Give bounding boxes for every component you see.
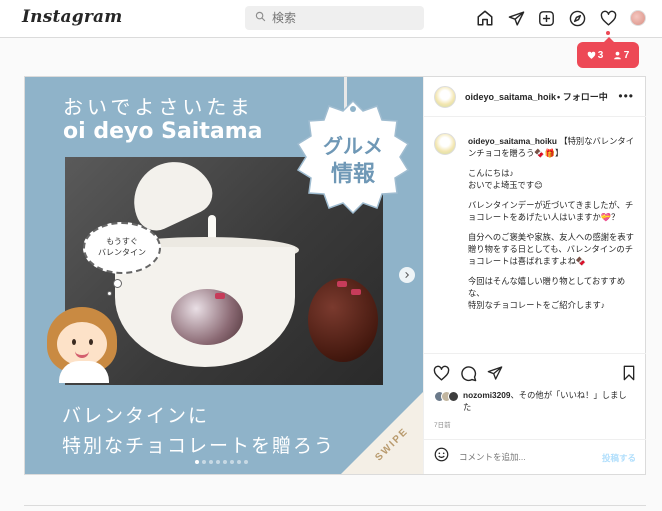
search-input[interactable] (272, 11, 412, 25)
caption-paragraph: バレンタインデーが近づいてきましたが、チョコレートをあげたい人はいますか💝？ (468, 200, 634, 223)
following-button[interactable]: • フォロー中 (557, 90, 608, 103)
sprinkle (337, 281, 347, 287)
search-bar[interactable] (245, 6, 424, 30)
badge-line-2: 情報 (331, 161, 376, 187)
comment-box: 投稿する (424, 439, 646, 474)
liker-username[interactable]: nozomi3209 (463, 390, 511, 400)
notification-dot (606, 31, 610, 35)
more-options-icon[interactable]: ••• (618, 89, 634, 103)
girl-eye (72, 339, 76, 345)
caption-username[interactable]: oideyo_saitama_hoiku (468, 136, 557, 146)
share-icon[interactable] (486, 364, 504, 382)
comment-input[interactable] (459, 452, 579, 462)
carousel-dot[interactable] (223, 460, 227, 464)
media-bottom-line-1: バレンタインに (62, 406, 210, 427)
bubble-line-2: バレンタイン (98, 248, 146, 257)
liker-avatar[interactable] (448, 391, 459, 402)
caption-paragraph: こんにちは♪ おいでよ埼玉です😊 (468, 168, 543, 191)
girl-eye (89, 339, 93, 345)
gourmet-badge: グルメ 情報 (296, 99, 410, 215)
liker-avatars[interactable] (434, 391, 459, 413)
media-bottom-line-2: 特別なチョコレートを贈ろう (62, 436, 336, 457)
author-avatar[interactable] (434, 85, 456, 108)
bubble-tail (107, 291, 112, 296)
likes-summary: nozomi3209、その他が「いいね！」しました (434, 390, 633, 413)
carousel-dot[interactable] (209, 460, 213, 464)
badge-line-1: グルメ (323, 134, 383, 158)
post-header: oideyo_saitama_hoik • フォロー中 ••• (424, 77, 646, 117)
caption-paragraph: 今回はそんな嬉しい贈り物としておすすめな、 特別なチョコレートをご紹介します♪ (468, 276, 626, 311)
girl-face (57, 322, 107, 366)
sprinkle (351, 289, 361, 295)
search-icon (255, 9, 266, 27)
post-card: おいでよさいたま oi deyo Saitama グルメ 情報 もうすぐ バレン… (24, 76, 646, 475)
carousel-dot[interactable] (237, 460, 241, 464)
heart-icon (587, 51, 596, 59)
caption-text: oideyo_saitama_hoiku 【特別なバレンタインチョコを贈ろう🍫🎁… (468, 135, 638, 319)
carousel-dots (195, 460, 248, 464)
sprinkle (215, 293, 225, 299)
carousel-dot[interactable] (195, 460, 199, 464)
media-title-jp: おいでよさいたま (63, 95, 254, 119)
post-side-panel: oideyo_saitama_hoik • フォロー中 ••• oideyo_s… (423, 77, 646, 474)
person-icon (613, 51, 621, 59)
bubble-line-1: もうすぐ (106, 237, 138, 247)
caption-avatar[interactable] (434, 133, 456, 155)
post-actions (424, 353, 646, 393)
likes-text: nozomi3209、その他が「いいね！」しました (463, 390, 627, 412)
comment-icon[interactable] (459, 364, 477, 382)
like-heart-icon[interactable] (432, 364, 450, 382)
chevron-right-icon (405, 271, 410, 279)
carousel-dot[interactable] (230, 460, 234, 464)
bookmark-icon[interactable] (620, 364, 638, 382)
new-post-icon[interactable] (536, 8, 556, 28)
post-time[interactable]: 7日前 (434, 419, 451, 429)
chocolate-bomb-dark (308, 278, 378, 362)
notification-popover[interactable]: 3 7 (577, 37, 639, 68)
chocolate-bomb-white (171, 289, 243, 345)
likes-count: 3 (587, 50, 603, 61)
follows-count: 7 (613, 50, 629, 61)
profile-avatar[interactable] (630, 10, 646, 26)
speech-bubble: もうすぐ バレンタイン (83, 222, 161, 274)
carousel-dot[interactable] (202, 460, 206, 464)
author-username[interactable]: oideyo_saitama_hoik (465, 92, 556, 102)
direct-icon[interactable] (506, 8, 526, 28)
divider (24, 505, 646, 506)
top-navigation-bar: Instagram (0, 0, 662, 38)
next-slide-button[interactable] (399, 267, 415, 283)
caption-paragraph: 自分へのご褒美や家族、友人への感謝を表す贈り物をする日としても、バレンタインのチ… (468, 232, 634, 267)
carousel-dot[interactable] (216, 460, 220, 464)
explore-icon[interactable] (567, 8, 587, 28)
emoji-icon[interactable] (434, 447, 449, 467)
carousel-dot[interactable] (244, 460, 248, 464)
instagram-logo[interactable]: Instagram (22, 7, 122, 27)
media-title-en: oi deyo Saitama (63, 119, 263, 144)
bubble-tail (113, 279, 122, 288)
post-comment-button[interactable]: 投稿する (602, 452, 636, 464)
home-icon[interactable] (475, 8, 495, 28)
activity-heart-icon[interactable] (598, 8, 618, 28)
post-media: おいでよさいたま oi deyo Saitama グルメ 情報 もうすぐ バレン… (25, 77, 423, 474)
